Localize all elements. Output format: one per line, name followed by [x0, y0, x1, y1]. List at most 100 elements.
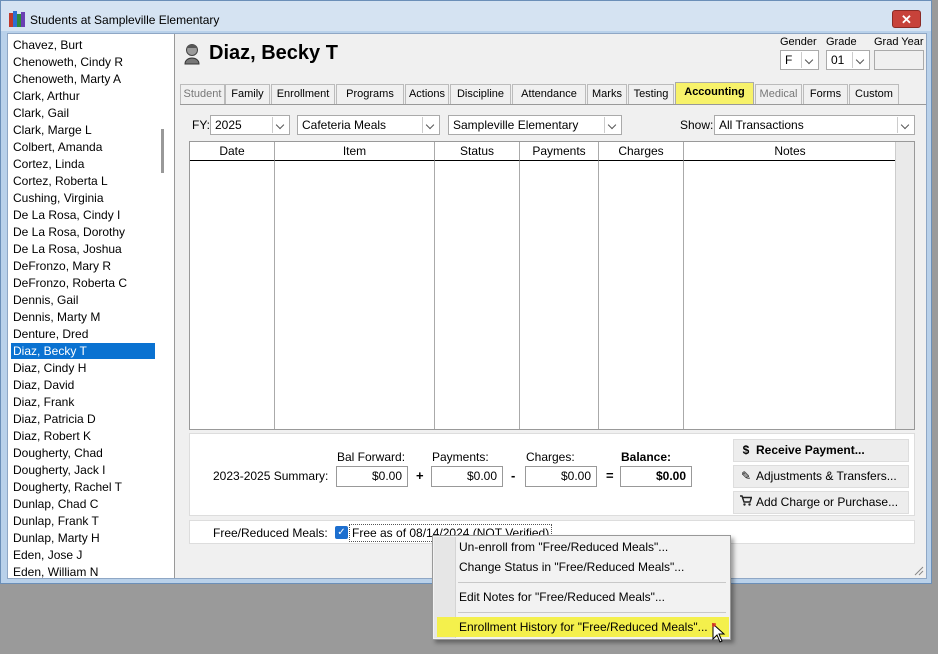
receive-payment-label: Receive Payment... — [756, 443, 865, 457]
list-item[interactable]: DeFronzo, Roberta C — [11, 275, 153, 291]
grad-year-field[interactable] — [874, 50, 924, 70]
list-item[interactable]: Diaz, Robert K — [11, 428, 153, 444]
list-item[interactable]: Dennis, Gail — [11, 292, 153, 308]
col-header-item[interactable]: Item — [275, 142, 435, 161]
chevron-down-icon — [272, 117, 288, 133]
list-item[interactable]: Denture, Dred — [11, 326, 153, 342]
list-item[interactable]: Diaz, Cindy H — [11, 360, 153, 376]
dollar-icon: $ — [742, 443, 750, 457]
tab-programs[interactable]: Programs — [336, 84, 404, 104]
list-item[interactable]: Dougherty, Chad — [11, 445, 153, 461]
fy-label: FY: — [192, 118, 211, 132]
context-menu: Un-enroll from "Free/Reduced Meals"... C… — [432, 535, 731, 640]
summary-label: 2023-2025 Summary: — [213, 469, 329, 483]
list-item[interactable]: Dougherty, Jack I — [11, 462, 153, 478]
col-divider — [519, 161, 520, 429]
menu-item-change-status[interactable]: Change Status in "Free/Reduced Meals"... — [459, 557, 684, 577]
bal-forward-label: Bal Forward: — [337, 450, 406, 464]
list-item[interactable]: Dennis, Marty M — [11, 309, 153, 325]
list-item[interactable]: Clark, Marge L — [11, 122, 153, 138]
tab-testing[interactable]: Testing — [628, 84, 674, 104]
list-item[interactable]: Eden, Jose J — [11, 547, 153, 563]
list-item[interactable]: DeFronzo, Mary R — [11, 258, 153, 274]
title-bar[interactable]: Students at Sampleville Elementary ✕ — [1, 1, 931, 31]
transactions-grid[interactable]: Date Item Status Payments Charges Notes — [189, 141, 915, 430]
list-item[interactable]: Chenoweth, Marty A — [11, 71, 153, 87]
list-item[interactable]: Clark, Arthur — [11, 88, 153, 104]
list-item[interactable]: Cushing, Virginia — [11, 190, 153, 206]
menu-separator — [458, 612, 726, 613]
list-item[interactable]: Clark, Gail — [11, 105, 153, 121]
mouse-cursor-icon — [712, 623, 726, 643]
close-button[interactable]: ✕ — [892, 10, 921, 28]
list-item[interactable]: Cortez, Linda — [11, 156, 153, 172]
list-item[interactable]: Dunlap, Chad C — [11, 496, 153, 512]
school-select[interactable]: Sampleville Elementary — [448, 115, 622, 135]
app-window: Students at Sampleville Elementary ✕ Cha… — [0, 0, 932, 584]
books-app-icon — [9, 11, 26, 27]
cart-icon — [739, 492, 753, 513]
balance-field: $0.00 — [620, 466, 692, 487]
menu-item-edit-notes[interactable]: Edit Notes for "Free/Reduced Meals"... — [459, 587, 665, 607]
tab-accounting[interactable]: Accounting — [675, 82, 754, 104]
menu-item-enrollment-history[interactable]: Enrollment History for "Free/Reduced Mea… — [437, 617, 729, 637]
menu-item-unenroll[interactable]: Un-enroll from "Free/Reduced Meals"... — [459, 537, 668, 557]
col-header-charges[interactable]: Charges — [599, 142, 684, 161]
category-value: Cafeteria Meals — [302, 118, 387, 132]
list-item[interactable]: Diaz, David — [11, 377, 153, 393]
chevron-down-icon — [852, 52, 868, 68]
col-header-notes[interactable]: Notes — [684, 142, 897, 161]
grid-vertical-scrollbar[interactable] — [895, 142, 914, 429]
tab-attendance[interactable]: Attendance — [512, 84, 586, 104]
col-header-date[interactable]: Date — [190, 142, 275, 161]
student-list[interactable]: Chavez, Burt Chenoweth, Cindy R Chenoweth,… — [8, 34, 175, 578]
list-item[interactable]: Dougherty, Rachel T — [11, 479, 153, 495]
show-select[interactable]: All Transactions — [714, 115, 915, 135]
tab-discipline[interactable]: Discipline — [450, 84, 511, 104]
gender-select[interactable]: F — [780, 50, 819, 70]
tab-custom[interactable]: Custom — [849, 84, 899, 104]
list-item[interactable]: Dunlap, Frank T — [11, 513, 153, 529]
list-item[interactable]: Diaz, Patricia D — [11, 411, 153, 427]
list-item[interactable]: Dunlap, Marty H — [11, 530, 153, 546]
tab-family[interactable]: Family — [225, 84, 270, 104]
tab-marks[interactable]: Marks — [587, 84, 627, 104]
list-item[interactable]: Cortez, Roberta L — [11, 173, 153, 189]
tab-medical[interactable]: Medical — [755, 84, 802, 104]
show-label: Show: — [680, 118, 714, 132]
add-charge-button[interactable]: Add Charge or Purchase... — [733, 491, 909, 514]
list-item[interactable]: Eden, William N — [11, 564, 153, 578]
col-header-payments[interactable]: Payments — [520, 142, 599, 161]
grade-select[interactable]: 01 — [826, 50, 870, 70]
tab-actions[interactable]: Actions — [405, 84, 449, 104]
receive-payment-button[interactable]: $ Receive Payment... — [733, 439, 909, 462]
tab-forms[interactable]: Forms — [803, 84, 848, 104]
tab-enrollment[interactable]: Enrollment — [271, 84, 335, 104]
list-item[interactable]: De La Rosa, Dorothy — [11, 224, 153, 240]
list-item[interactable]: Diaz, Becky T — [11, 343, 155, 359]
add-charge-label: Add Charge or Purchase... — [756, 495, 899, 509]
bal-forward-field: $0.00 — [336, 466, 408, 487]
list-item[interactable]: Chavez, Burt — [11, 37, 153, 53]
gender-label: Gender — [780, 36, 817, 48]
list-item[interactable]: Chenoweth, Cindy R — [11, 54, 153, 70]
window-title: Students at Sampleville Elementary — [30, 13, 220, 27]
charges-field: $0.00 — [525, 466, 597, 487]
category-select[interactable]: Cafeteria Meals — [297, 115, 440, 135]
adjustments-button[interactable]: ✎ Adjustments & Transfers... — [733, 465, 909, 488]
resize-grip-icon[interactable] — [914, 566, 924, 576]
chevron-down-icon — [897, 117, 913, 133]
fy-select[interactable]: 2025 — [210, 115, 290, 135]
list-item[interactable]: Colbert, Amanda — [11, 139, 153, 155]
col-header-status[interactable]: Status — [435, 142, 520, 161]
frm-checkbox[interactable]: ✓ — [335, 526, 348, 539]
chevron-down-icon — [801, 52, 817, 68]
summary-panel: 2023-2025 Summary: Bal Forward: $0.00 + … — [189, 433, 915, 516]
tab-student[interactable]: Student — [180, 84, 225, 104]
list-item[interactable]: De La Rosa, Cindy I — [11, 207, 153, 223]
student-name: Diaz, Becky T — [209, 42, 338, 64]
adjustments-label: Adjustments & Transfers... — [756, 469, 897, 483]
list-item[interactable]: Diaz, Frank — [11, 394, 153, 410]
list-item[interactable]: De La Rosa, Joshua — [11, 241, 153, 257]
list-scrollbar-thumb[interactable] — [161, 129, 164, 173]
